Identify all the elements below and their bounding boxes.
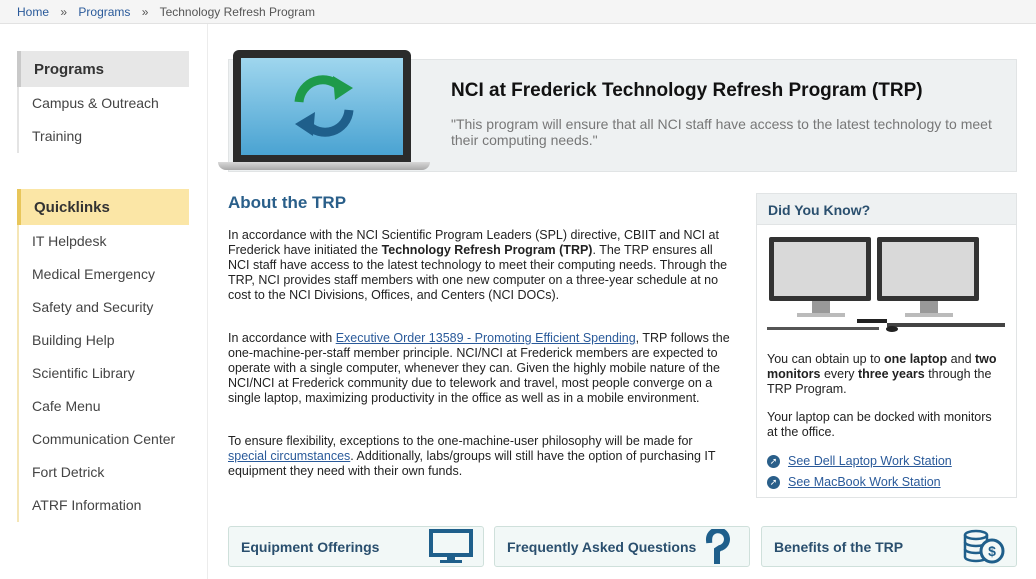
executive-order-link[interactable]: Executive Order 13589 - Promoting Effici… <box>336 331 636 345</box>
faq-label[interactable]: Frequently Asked Questions <box>507 539 696 555</box>
sidebar-heading-programs[interactable]: Programs <box>17 51 189 87</box>
did-you-know-box: Did You Know? You can obtain up to one l… <box>756 193 1017 498</box>
quicklink-atrf-information[interactable]: ATRF Information <box>17 489 189 522</box>
equipment-offerings-card[interactable]: Equipment Offerings <box>228 526 484 567</box>
quicklink-communication-center[interactable]: Communication Center <box>17 423 189 456</box>
breadcrumb-separator: » <box>141 5 149 19</box>
faq-card[interactable]: Frequently Asked Questions <box>494 526 750 567</box>
arrow-circle-icon: ➚ <box>767 455 780 469</box>
coins-dollar-icon: $ <box>963 529 1005 564</box>
breadcrumb-current: Technology Refresh Program <box>159 5 315 19</box>
breadcrumb-programs-link[interactable]: Programs <box>78 5 130 19</box>
dell-laptop-link-label[interactable]: See Dell Laptop Work Station <box>788 454 952 468</box>
text-segment: You can obtain up to <box>767 352 884 366</box>
benefits-card[interactable]: Benefits of the TRP $ <box>761 526 1017 567</box>
sidebar-programs: Programs Campus & Outreach Training <box>17 51 189 153</box>
macbook-link[interactable]: ➚ See MacBook Work Station <box>767 475 941 490</box>
text-segment: To ensure flexibility, exceptions to the… <box>228 434 693 448</box>
page-title: NCI at Frederick Technology Refresh Prog… <box>451 80 923 101</box>
svg-text:$: $ <box>988 543 996 559</box>
text-segment: every <box>820 367 858 381</box>
equipment-offerings-label[interactable]: Equipment Offerings <box>241 539 379 555</box>
sidebar-item-campus-outreach[interactable]: Campus & Outreach <box>17 87 189 120</box>
column-divider <box>207 24 208 579</box>
sidebar-quicklinks: Quicklinks IT Helpdesk Medical Emergency… <box>17 189 189 522</box>
quicklink-safety-security[interactable]: Safety and Security <box>17 291 189 324</box>
about-paragraph-2: In accordance with Executive Order 13589… <box>228 331 730 406</box>
text-bold: Technology Refresh Program (TRP) <box>381 243 593 257</box>
quicklink-building-help[interactable]: Building Help <box>17 324 189 357</box>
quicklink-fort-detrick[interactable]: Fort Detrick <box>17 456 189 489</box>
did-you-know-heading: Did You Know? <box>757 194 1016 225</box>
did-you-know-text-2: Your laptop can be docked with monitors … <box>767 410 992 439</box>
quicklink-scientific-library[interactable]: Scientific Library <box>17 357 189 390</box>
sidebar-item-training[interactable]: Training <box>17 120 189 153</box>
about-paragraph-3: To ensure flexibility, exceptions to the… <box>228 434 730 479</box>
monitor-icon <box>429 529 473 563</box>
dual-monitor-illustration <box>767 237 1005 332</box>
breadcrumb-separator: » <box>60 5 68 19</box>
macbook-link-label[interactable]: See MacBook Work Station <box>788 475 941 489</box>
text-segment: In accordance with <box>228 331 336 345</box>
dell-laptop-link[interactable]: ➚ See Dell Laptop Work Station <box>767 454 952 469</box>
benefits-label[interactable]: Benefits of the TRP <box>774 539 903 555</box>
text-segment: and <box>947 352 976 366</box>
breadcrumb: Home » Programs » Technology Refresh Pro… <box>0 0 1036 24</box>
quicklink-cafe-menu[interactable]: Cafe Menu <box>17 390 189 423</box>
refresh-arrows-icon <box>294 75 354 137</box>
text-bold: one laptop <box>884 352 948 366</box>
about-heading: About the TRP <box>228 193 347 212</box>
quicklink-it-helpdesk[interactable]: IT Helpdesk <box>17 225 189 258</box>
hero-quote: "This program will ensure that all NCI s… <box>451 116 992 148</box>
breadcrumb-home-link[interactable]: Home <box>17 5 49 19</box>
question-mark-icon <box>706 529 730 564</box>
arrow-circle-icon: ➚ <box>767 476 780 490</box>
text-bold: three years <box>858 367 925 381</box>
quicklink-medical-emergency[interactable]: Medical Emergency <box>17 258 189 291</box>
laptop-illustration <box>218 50 430 172</box>
about-paragraph-1: In accordance with the NCI Scientific Pr… <box>228 228 730 303</box>
special-circumstances-link[interactable]: special circumstances <box>228 449 350 463</box>
did-you-know-text-1: You can obtain up to one laptop and two … <box>767 352 997 397</box>
sidebar-heading-quicklinks: Quicklinks <box>17 189 189 225</box>
